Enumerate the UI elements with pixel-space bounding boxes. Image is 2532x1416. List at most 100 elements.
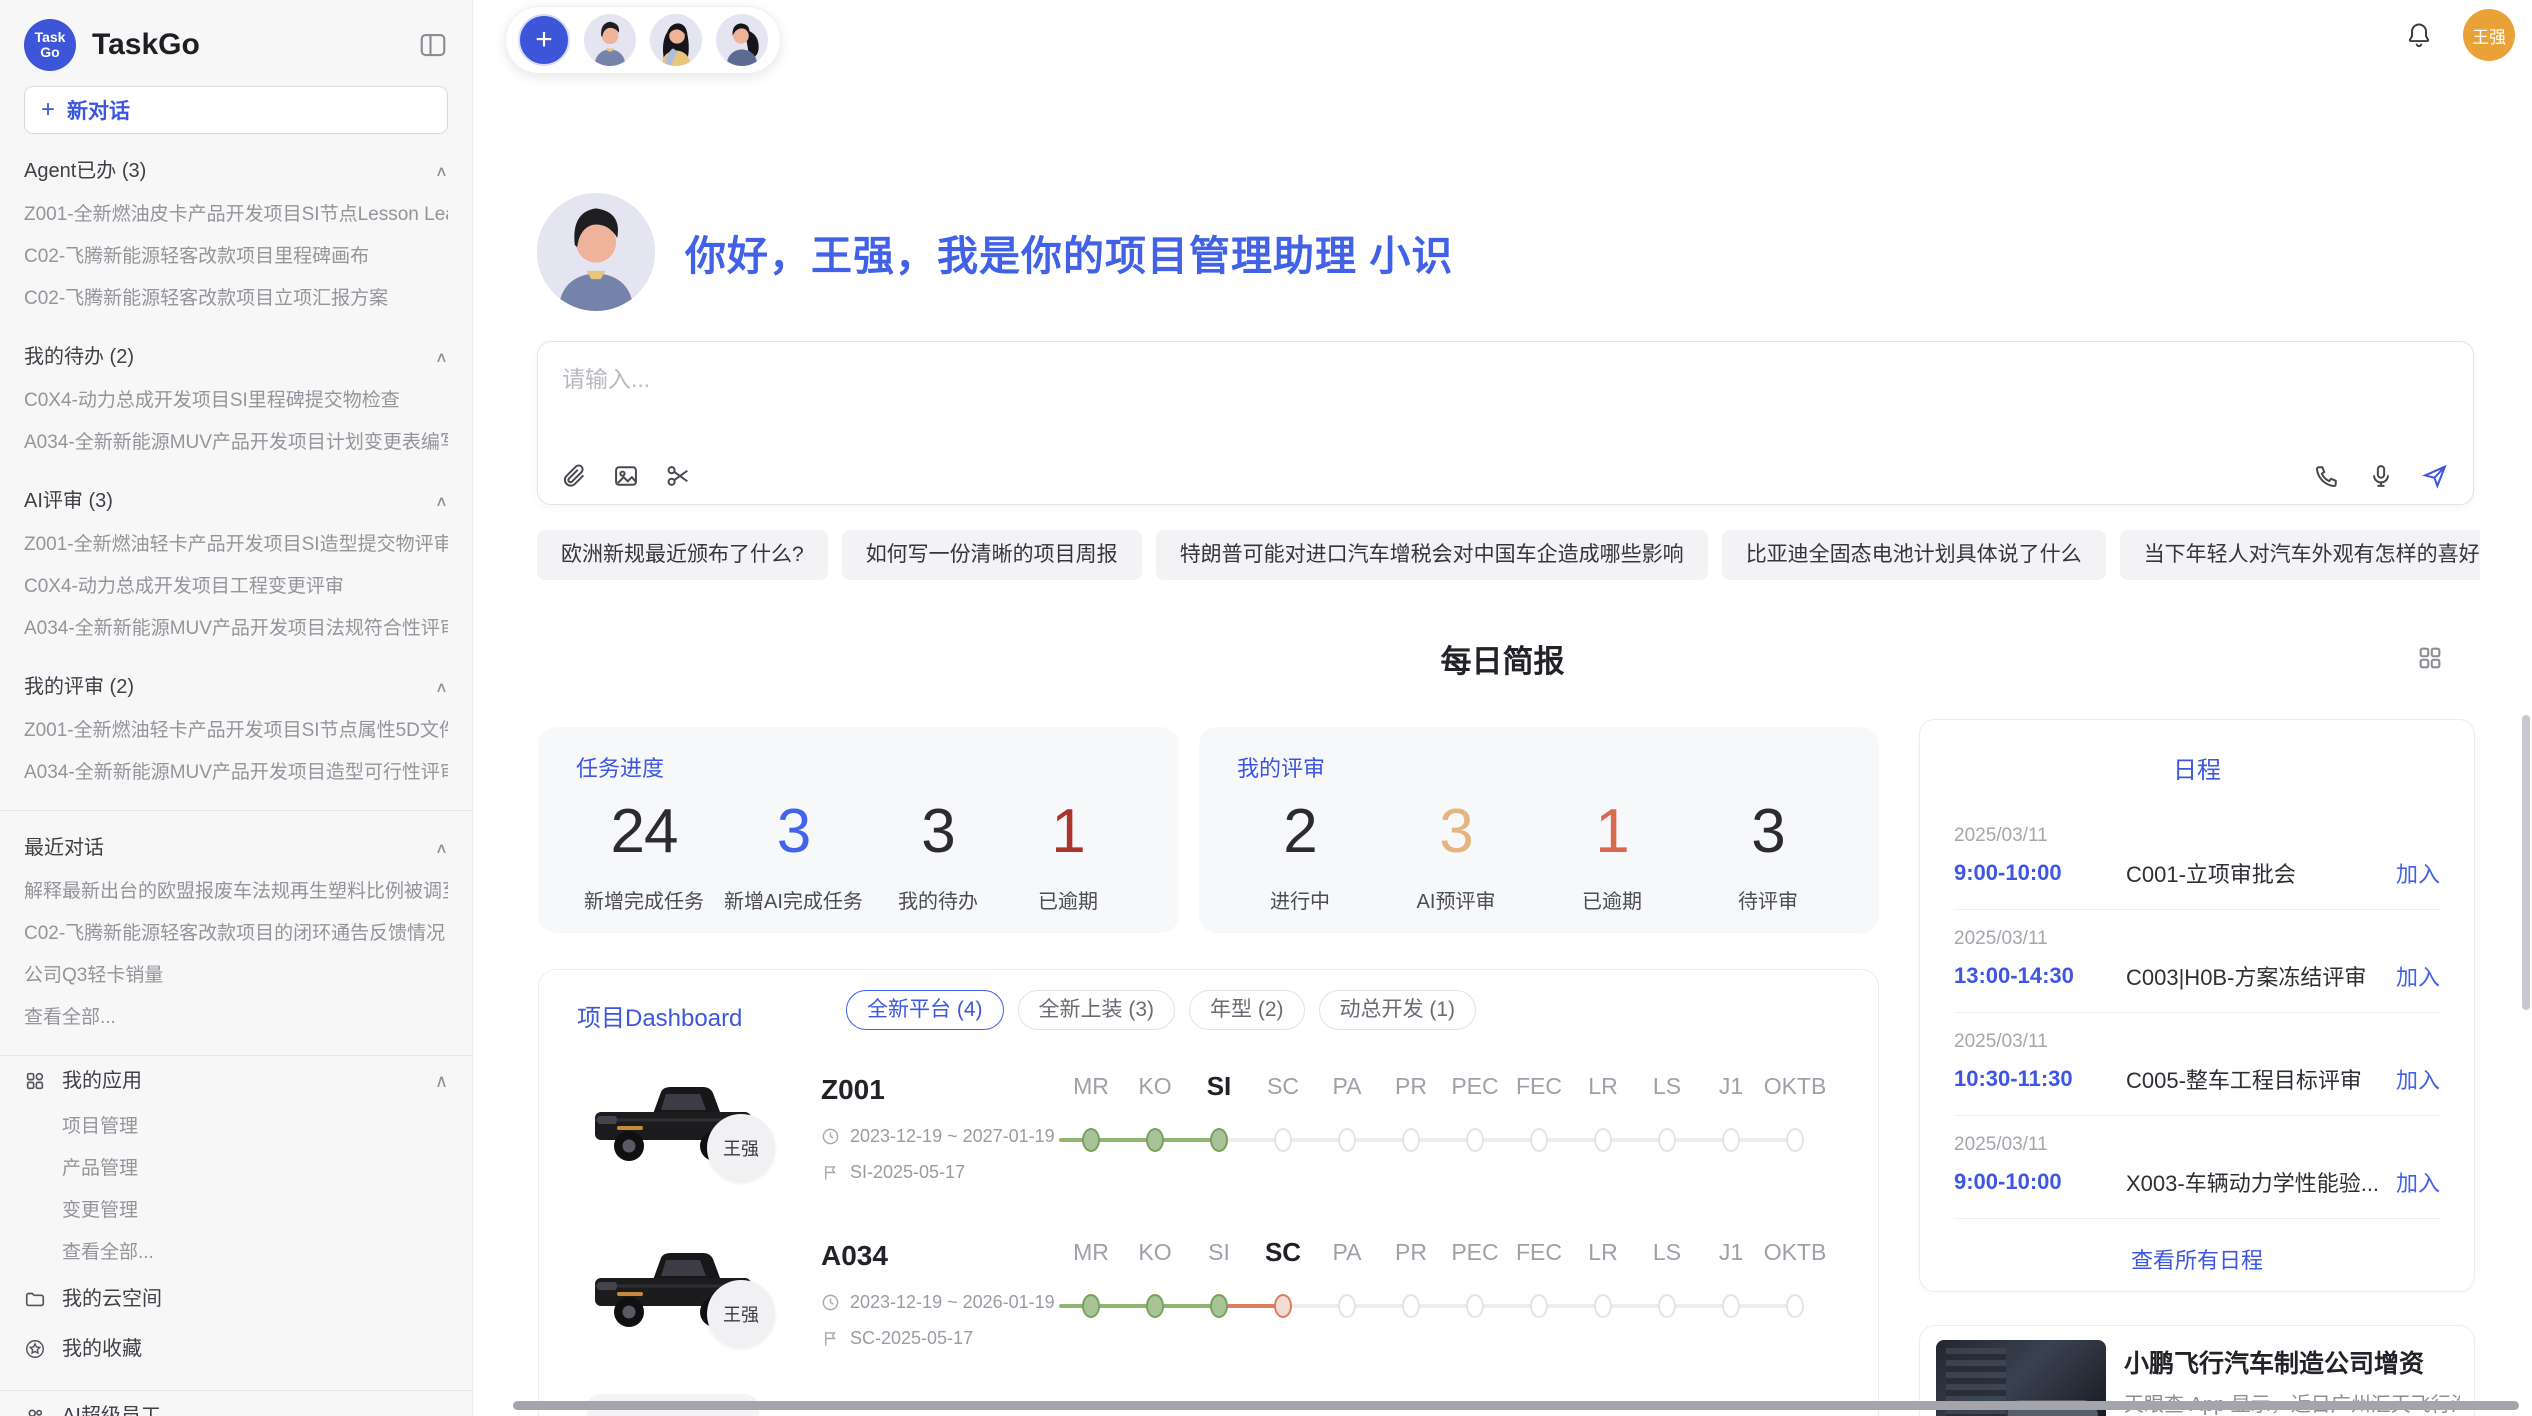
layout-grid-icon[interactable] xyxy=(2416,644,2444,672)
sidebar-item-ai-staff[interactable]: AI超级员工 xyxy=(24,1391,448,1416)
stat-label: 已逾期 xyxy=(1557,885,1667,914)
suggestion-chip[interactable]: 比亚迪全固态电池计划具体说了什么 xyxy=(1722,530,2106,580)
filter-model-year[interactable]: 年型 (2) xyxy=(1189,990,1305,1030)
list-item[interactable]: C02-飞腾新能源轻客改款项目的闭环通告反馈情况 xyxy=(24,913,448,955)
user-avatar[interactable]: 王强 xyxy=(2463,9,2515,61)
image-icon[interactable] xyxy=(612,462,640,490)
section-title: 我的评审 (2) xyxy=(24,664,134,710)
new-chat-label: 新对话 xyxy=(67,95,130,125)
send-icon[interactable] xyxy=(2421,462,2449,490)
section-agent-done[interactable]: Agent已办 (3) ∧ xyxy=(24,148,448,194)
event-name: X003-车辆动力学性能验... xyxy=(2126,1166,2396,1198)
suggestion-chip[interactable]: 如何写一份清晰的项目周报 xyxy=(842,530,1142,580)
schedule-card: 日程 2025/03/11 9:00-10:00 C001-立项审批会 加入 2… xyxy=(1919,719,2475,1292)
cloud-space-label: 我的云空间 xyxy=(62,1274,162,1324)
horizontal-scrollbar[interactable] xyxy=(513,1401,2519,1410)
avatar[interactable] xyxy=(584,14,636,66)
join-button[interactable]: 加入 xyxy=(2396,857,2440,889)
new-chat-button[interactable]: + 新对话 xyxy=(24,86,448,134)
join-button[interactable]: 加入 xyxy=(2396,1166,2440,1198)
avatar[interactable] xyxy=(650,14,702,66)
filter-new-platform[interactable]: 全新平台 (4) xyxy=(846,990,1004,1030)
section-ai-review[interactable]: AI评审 (3) ∧ xyxy=(24,478,448,524)
vertical-scrollbar[interactable] xyxy=(2522,715,2530,1010)
view-all-chats[interactable]: 查看全部... xyxy=(24,997,448,1039)
suggestion-chip[interactable]: 欧洲新规最近颁布了什么? xyxy=(537,530,828,580)
stat-my-todo: 3 我的待办 xyxy=(883,793,993,914)
view-all-apps[interactable]: 查看全部... xyxy=(24,1232,448,1274)
event-time: 10:30-11:30 xyxy=(1954,1066,2126,1092)
view-all-schedule[interactable]: 查看所有日程 xyxy=(1954,1243,2440,1275)
topbar-right: 王强 xyxy=(2405,9,2515,61)
sidebar-header: Task Go TaskGo xyxy=(24,12,448,78)
composer-actions xyxy=(2313,462,2449,490)
apps-grid-icon xyxy=(24,1070,46,1092)
suggestion-chip[interactable]: 特朗普可能对进口汽车增税会对中国车企造成哪些影响 xyxy=(1156,530,1708,580)
event-date: 2025/03/11 xyxy=(1954,825,2440,847)
filter-new-body[interactable]: 全新上装 (3) xyxy=(1018,990,1176,1030)
avatar[interactable] xyxy=(716,14,768,66)
app-logo: Task Go xyxy=(24,19,76,71)
section-my-todo[interactable]: 我的待办 (2) ∧ xyxy=(24,334,448,380)
event-name: C001-立项审批会 xyxy=(2126,857,2396,889)
list-item[interactable]: C0X4-动力总成开发项目SI里程碑提交物检查 xyxy=(24,380,448,422)
logo-line2: Go xyxy=(40,45,59,60)
list-item[interactable]: Z001-全新燃油皮卡产品开发项目SI节点Lesson Learn报告 xyxy=(24,194,448,236)
list-item[interactable]: Z001-全新燃油轻卡产品开发项目SI节点属性5D文件评审 xyxy=(24,710,448,752)
list-item[interactable]: C02-飞腾新能源轻客改款项目立项汇报方案 xyxy=(24,278,448,320)
project-row[interactable]: 王强 Z001 2023-12-19 ~ 2027-01-19 SI-2025-… xyxy=(539,1062,1878,1228)
join-button[interactable]: 加入 xyxy=(2396,960,2440,992)
join-button[interactable]: 加入 xyxy=(2396,1063,2440,1095)
sidebar-collapse-icon[interactable] xyxy=(418,30,448,60)
owner-badge: 王强 xyxy=(707,1280,775,1348)
filter-powertrain[interactable]: 动总开发 (1) xyxy=(1319,990,1477,1030)
add-agent-button[interactable]: + xyxy=(518,14,570,66)
sidebar-item-my-apps[interactable]: 我的应用 ∧ xyxy=(24,1056,448,1106)
dates-text: 2023-12-19 ~ 2027-01-19 xyxy=(850,1126,1055,1147)
milestone-track xyxy=(1059,1284,1827,1328)
clock-icon xyxy=(821,1293,840,1312)
sidebar-item-cloud-space[interactable]: 我的云空间 xyxy=(24,1274,448,1324)
suggestion-chip[interactable]: 当下年轻人对汽车外观有怎样的喜好趋势 xyxy=(2120,530,2480,580)
list-item[interactable]: A034-全新新能源MUV产品开发项目计划变更表编写 xyxy=(24,422,448,464)
stat-label: AI预评审 xyxy=(1401,885,1511,914)
schedule-event: 2025/03/11 10:30-11:30 C005-整车工程目标评审 加入 xyxy=(1954,1013,2440,1115)
paperclip-icon[interactable] xyxy=(560,462,588,490)
section-recent-chats[interactable]: 最近对话 ∧ xyxy=(24,825,448,871)
stat-label: 已逾期 xyxy=(1013,885,1123,914)
scissors-icon[interactable] xyxy=(664,462,692,490)
news-title: 小鹏飞行汽车制造公司增资 xyxy=(2124,1344,2424,1380)
list-item[interactable]: A034-全新新能源MUV产品开发项目法规符合性评审 xyxy=(24,608,448,650)
project-flag: SC-2025-05-17 xyxy=(821,1328,973,1349)
section-my-review[interactable]: 我的评审 (2) ∧ xyxy=(24,664,448,710)
sidebar-item-favorites[interactable]: 我的收藏 xyxy=(24,1324,448,1374)
list-item[interactable]: 解释最新出台的欧盟报废车法规再生塑料比例被调至15%... xyxy=(24,871,448,913)
schedule-title: 日程 xyxy=(1954,750,2440,785)
stat-label: 进行中 xyxy=(1245,885,1355,914)
app-title: TaskGo xyxy=(92,28,418,62)
stat-label: 我的待办 xyxy=(883,885,993,914)
list-item[interactable]: Z001-全新燃油轻卡产品开发项目SI造型提交物评审 xyxy=(24,524,448,566)
project-row[interactable]: 王强 A034 2023-12-19 ~ 2026-01-19 SC-2025-… xyxy=(539,1228,1878,1394)
sidebar-item-change-mgmt[interactable]: 变更管理 xyxy=(24,1190,448,1232)
ai-staff-label: AI超级员工 xyxy=(62,1391,161,1416)
notification-bell-icon[interactable] xyxy=(2405,21,2433,49)
project-dates: 2023-12-19 ~ 2026-01-19 xyxy=(821,1292,1055,1313)
star-medal-icon xyxy=(24,1338,46,1360)
sidebar-item-project-mgmt[interactable]: 项目管理 xyxy=(24,1106,448,1148)
phone-icon[interactable] xyxy=(2313,462,2341,490)
sidebar-item-product-mgmt[interactable]: 产品管理 xyxy=(24,1148,448,1190)
chat-input[interactable] xyxy=(562,360,2449,440)
stat-review-overdue: 1 已逾期 xyxy=(1557,793,1667,914)
chevron-up-icon: ∧ xyxy=(435,483,448,520)
list-item[interactable]: C0X4-动力总成开发项目工程变更评审 xyxy=(24,566,448,608)
list-item[interactable]: 公司Q3轻卡销量 xyxy=(24,955,448,997)
briefing-left-column: 任务进度 24 新增完成任务 3 新增AI完成任务 3 我的待办 xyxy=(538,727,1879,1416)
stat-label: 新增完成任务 xyxy=(584,885,704,914)
milestone-track xyxy=(1059,1118,1827,1162)
schedule-event: 2025/03/11 9:00-10:00 C001-立项审批会 加入 xyxy=(1954,785,2440,909)
stat-overdue: 1 已逾期 xyxy=(1013,793,1123,914)
microphone-icon[interactable] xyxy=(2367,462,2395,490)
list-item[interactable]: A034-全新新能源MUV产品开发项目造型可行性评审 xyxy=(24,752,448,794)
list-item[interactable]: C02-飞腾新能源轻客改款项目里程碑画布 xyxy=(24,236,448,278)
